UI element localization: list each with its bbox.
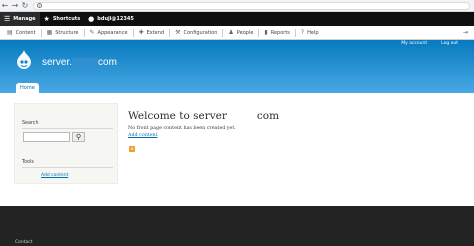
- shortcuts-button[interactable]: ★ Shortcuts: [40, 12, 85, 26]
- tray-item-label: People: [236, 29, 254, 36]
- divider: [22, 167, 113, 168]
- empty-front-page-message: No front page content has been created y…: [128, 126, 236, 131]
- reports-icon: ▮: [264, 29, 268, 36]
- admin-menu-tray: ▤ Content ▦ Structure ✎ Appearance ✚ Ext…: [0, 26, 474, 40]
- page-title: Welcome to server com: [128, 110, 279, 122]
- tray-item-configuration[interactable]: ⚒ Configuration: [170, 26, 222, 40]
- search-block-title: Search: [22, 121, 39, 126]
- tray-item-label: Configuration: [183, 29, 218, 36]
- tray-item-reports[interactable]: ▮ Reports: [259, 26, 295, 40]
- redacted-block: [226, 111, 257, 121]
- log-out-link[interactable]: Log out: [441, 41, 458, 46]
- structure-icon: ▦: [46, 29, 53, 36]
- configuration-icon: ⚒: [175, 29, 181, 36]
- my-account-link[interactable]: My account: [401, 41, 427, 46]
- appearance-icon: ✎: [89, 29, 95, 36]
- admin-toolbar: ☰ Manage ★ Shortcuts ● bduji@12345: [0, 12, 474, 26]
- secondary-menu: My account Log out: [401, 41, 458, 46]
- menu-icon: ☰: [4, 15, 11, 23]
- search-button[interactable]: ⚲: [72, 132, 85, 142]
- people-icon: ♟: [228, 29, 234, 36]
- collapse-tray-icon[interactable]: ⇥: [463, 29, 468, 36]
- search-icon: ⚲: [75, 133, 82, 141]
- manage-button[interactable]: ☰ Manage: [0, 12, 40, 26]
- site-name-link[interactable]: server. com: [42, 57, 117, 68]
- page-title-start: Welcome to server: [128, 110, 227, 122]
- tray-item-label: Extend: [146, 29, 165, 36]
- tray-item-appearance[interactable]: ✎ Appearance: [85, 26, 133, 40]
- divider: [22, 128, 113, 129]
- add-content-link[interactable]: Add content: [128, 133, 158, 138]
- tray-item-label: Content: [15, 29, 36, 36]
- back-icon[interactable]: ←: [0, 1, 10, 11]
- browser-toolbar: ← → ↻ i: [0, 0, 474, 12]
- user-icon: ●: [88, 15, 95, 23]
- footer: Contact: [0, 206, 474, 246]
- tray-item-label: Help: [307, 29, 319, 36]
- tray-item-content[interactable]: ▤ Content: [2, 26, 41, 40]
- tray-item-help[interactable]: ? Help: [296, 26, 324, 40]
- home-tab[interactable]: Home: [16, 83, 39, 93]
- tray-item-people[interactable]: ♟ People: [223, 26, 258, 40]
- drupal-logo-icon[interactable]: [16, 50, 32, 70]
- forward-icon[interactable]: →: [10, 1, 20, 11]
- search-input[interactable]: [23, 132, 70, 142]
- site-name-start: server.: [42, 57, 73, 68]
- redacted-block: [72, 57, 99, 67]
- site-header: My account Log out server. com Home: [0, 40, 474, 93]
- main-area: Search ⚲ Tools Add content Welcome to se…: [0, 93, 474, 206]
- shortcuts-label: Shortcuts: [52, 16, 81, 22]
- sidebar-add-content-link[interactable]: Add content: [41, 173, 68, 178]
- tray-item-structure[interactable]: ▦ Structure: [42, 26, 84, 40]
- help-icon: ?: [300, 29, 305, 36]
- manage-label: Manage: [13, 16, 36, 22]
- tray-item-label: Reports: [270, 29, 290, 36]
- address-bar[interactable]: i: [33, 1, 470, 10]
- tray-item-extend[interactable]: ✚ Extend: [134, 26, 170, 40]
- user-button[interactable]: ● bduji@12345: [84, 12, 138, 26]
- reload-icon[interactable]: ↻: [20, 1, 30, 11]
- site-name-end: com: [98, 57, 117, 68]
- rss-feed-icon[interactable]: ⊛: [129, 146, 135, 152]
- star-icon: ★: [43, 15, 50, 23]
- site-info-icon[interactable]: i: [37, 3, 42, 8]
- tray-item-label: Appearance: [97, 29, 128, 36]
- content-icon: ▤: [7, 29, 13, 36]
- sidebar: Search ⚲ Tools Add content: [14, 103, 118, 184]
- tray-item-label: Structure: [55, 29, 79, 36]
- user-label: bduji@12345: [97, 16, 134, 22]
- page-title-end: com: [256, 110, 280, 122]
- contact-link[interactable]: Contact: [15, 240, 33, 245]
- tools-block-title: Tools: [22, 160, 34, 165]
- extend-icon: ✚: [138, 29, 144, 36]
